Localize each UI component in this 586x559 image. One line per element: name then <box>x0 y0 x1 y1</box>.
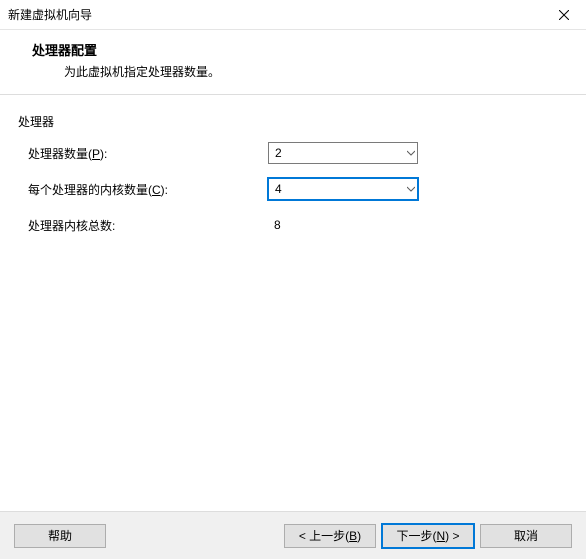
close-button[interactable] <box>541 0 586 30</box>
titlebar: 新建虚拟机向导 <box>0 0 586 30</box>
total-cores-value: 8 <box>268 218 281 232</box>
cores-per-value: 4 <box>275 182 282 196</box>
group-label: 处理器 <box>18 113 566 130</box>
total-cores-row: 处理器内核总数: 8 <box>18 212 566 238</box>
cancel-button[interactable]: 取消 <box>480 524 572 548</box>
close-icon <box>559 10 569 20</box>
content-area: 处理器 处理器数量(P): 2 每个处理器的内核数量(C): 4 处理器内核总数… <box>0 95 586 238</box>
help-button[interactable]: 帮助 <box>14 524 106 548</box>
page-heading: 处理器配置 <box>32 40 566 59</box>
cores-per-combo[interactable]: 4 <box>268 178 418 200</box>
processor-count-value: 2 <box>275 146 282 160</box>
wizard-header: 处理器配置 为此虚拟机指定处理器数量。 <box>0 30 586 94</box>
cores-per-row: 每个处理器的内核数量(C): 4 <box>18 176 566 202</box>
processor-count-row: 处理器数量(P): 2 <box>18 140 566 166</box>
cores-per-label: 每个处理器的内核数量(C): <box>18 181 268 198</box>
page-subtitle: 为此虚拟机指定处理器数量。 <box>32 63 566 80</box>
total-cores-label: 处理器内核总数: <box>18 217 268 234</box>
button-bar: 帮助 < 上一步(B) 下一步(N) > 取消 <box>0 511 586 559</box>
next-button[interactable]: 下一步(N) > <box>382 524 474 548</box>
window-title: 新建虚拟机向导 <box>8 6 92 23</box>
processor-count-combo[interactable]: 2 <box>268 142 418 164</box>
back-button[interactable]: < 上一步(B) <box>284 524 376 548</box>
processor-count-label: 处理器数量(P): <box>18 145 268 162</box>
